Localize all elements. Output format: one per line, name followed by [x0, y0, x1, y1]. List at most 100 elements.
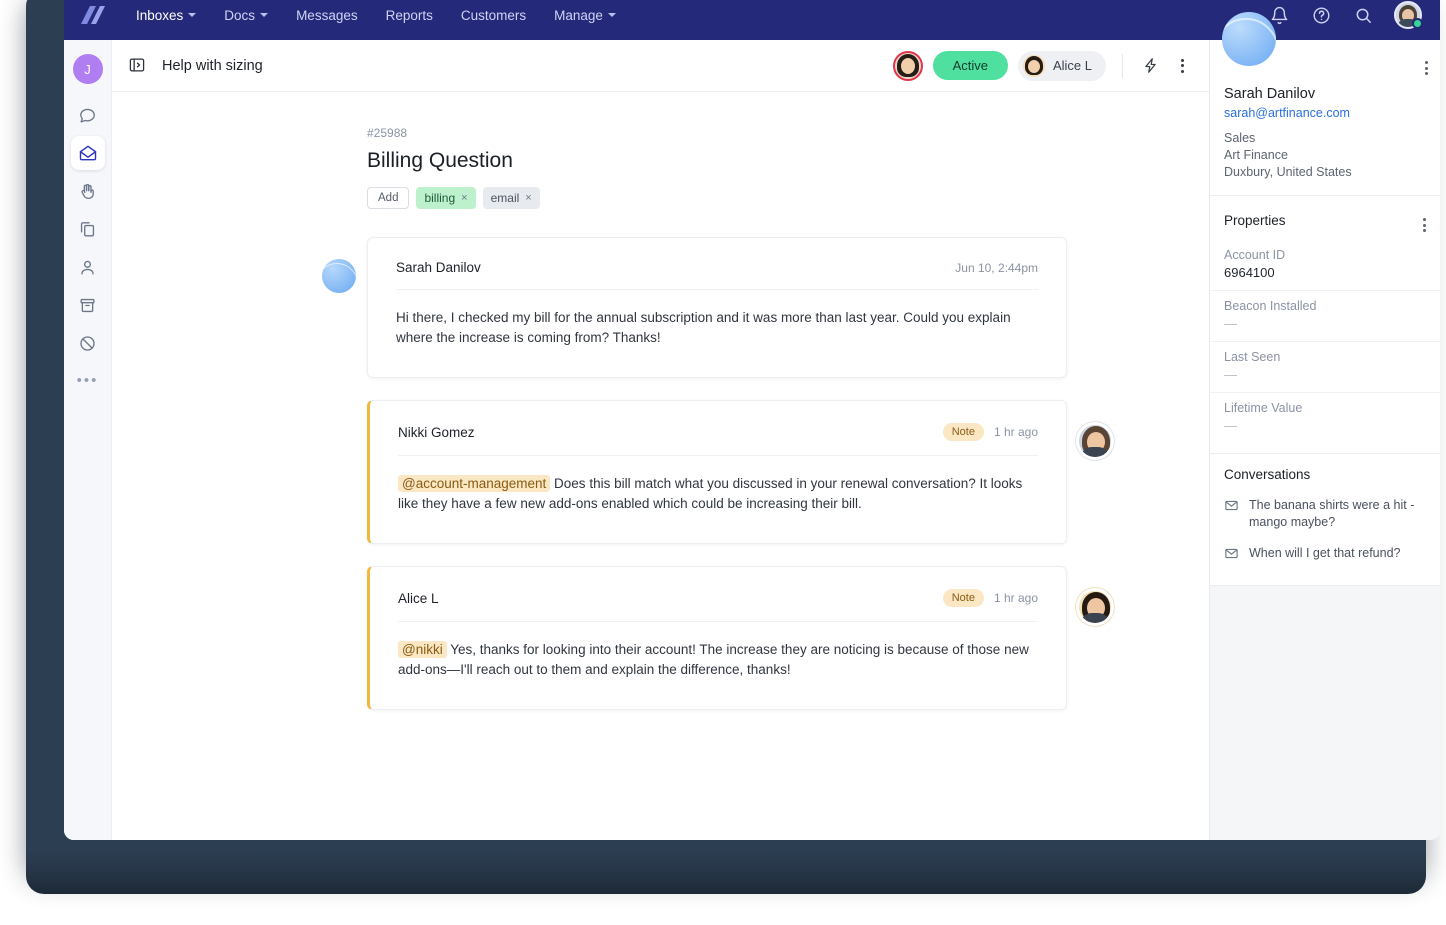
sidebar-item-blocked[interactable]: [71, 326, 105, 360]
lightning-bolt-icon[interactable]: [1139, 55, 1161, 77]
message-card[interactable]: Sarah Danilov Jun 10, 2:44pm Hi there, I…: [367, 237, 1067, 379]
kebab-menu-icon[interactable]: [1171, 55, 1193, 77]
message-item: Sarah Danilov Jun 10, 2:44pm Hi there, I…: [322, 237, 1067, 379]
property-value: 6964100: [1224, 265, 1275, 280]
conversation-list-item[interactable]: When will I get that refund?: [1210, 538, 1440, 573]
nav-item-label: Docs: [224, 7, 256, 23]
customer-company: Art Finance: [1224, 148, 1288, 162]
user-avatar[interactable]: [1394, 1, 1423, 29]
customer-avatar: [1222, 12, 1276, 66]
message-thread[interactable]: #25988 Billing Question Add billing × em…: [112, 92, 1209, 840]
note-card[interactable]: Nikki Gomez Note 1 hr ago @account-manag…: [367, 400, 1067, 545]
property-row[interactable]: Beacon Installed —: [1210, 291, 1440, 342]
message-meta: Jun 10, 2:44pm: [955, 261, 1038, 275]
conversation-list-item[interactable]: The banana shirts were a hit - mango may…: [1210, 490, 1440, 538]
assignee-label: Alice L: [1052, 58, 1092, 73]
customer-name: Sarah Danilov: [1224, 86, 1316, 102]
ticket-title: Billing Question: [367, 149, 513, 172]
nav-item-label: Messages: [296, 7, 358, 23]
add-tag-button[interactable]: Add: [367, 187, 410, 209]
tag-billing[interactable]: billing ×: [416, 187, 476, 209]
mention-tag[interactable]: @account-management: [398, 475, 551, 493]
helpscout-logo-icon[interactable]: [76, 2, 108, 28]
properties-header: Properties: [1210, 196, 1440, 240]
sidebar-more-button[interactable]: •••: [77, 372, 99, 389]
message-header: Nikki Gomez Note 1 hr ago: [398, 423, 1038, 457]
assignee-avatar: [1022, 54, 1045, 77]
sidebar-item-docs[interactable]: [71, 212, 105, 246]
nav-items: Inboxes Docs Messages Reports Customers …: [122, 2, 630, 29]
properties-section: Properties Account ID 6964100 Beacon Ins…: [1210, 196, 1440, 454]
message-body: @account-management Does this bill match…: [398, 474, 1038, 513]
sidebar-item-inbox[interactable]: [70, 136, 105, 170]
online-status-indicator: [1412, 18, 1423, 29]
nav-item-customers[interactable]: Customers: [447, 2, 540, 29]
chevron-down-icon: [607, 13, 616, 17]
note-card[interactable]: Alice L Note 1 hr ago @nikki Yes, thanks…: [367, 566, 1067, 711]
property-row[interactable]: Account ID 6964100: [1210, 240, 1440, 291]
nav-item-reports[interactable]: Reports: [372, 2, 447, 29]
nav-item-manage[interactable]: Manage: [540, 2, 630, 29]
message-item: Alice L Note 1 hr ago @nikki Yes, thanks…: [367, 566, 1114, 711]
conversations-section: Conversations The banana shirts were a h…: [1210, 454, 1440, 586]
message-meta: Note 1 hr ago: [942, 423, 1038, 442]
left-sidebar: J •••: [64, 40, 112, 840]
section-title: Conversations: [1224, 467, 1311, 482]
customer-email[interactable]: sarah@artfinance.com: [1224, 106, 1426, 120]
conversation-column: Help with sizing Active Alice L #25988 B…: [112, 40, 1210, 840]
property-row[interactable]: Last Seen —: [1210, 342, 1440, 393]
remove-tag-icon[interactable]: ×: [461, 192, 467, 204]
customer-avatar[interactable]: [892, 50, 923, 81]
laptop-bezel: Inboxes Docs Messages Reports Customers …: [26, 0, 1440, 870]
sidebar-item-customers[interactable]: [71, 250, 105, 284]
help-circle-icon[interactable]: [1310, 4, 1332, 26]
divider: [1122, 53, 1123, 78]
expand-panel-icon[interactable]: [128, 56, 148, 76]
nav-item-inboxes[interactable]: Inboxes: [122, 2, 210, 29]
conversation-header: Help with sizing Active Alice L: [112, 40, 1209, 92]
bell-icon[interactable]: [1268, 4, 1290, 26]
envelope-icon: [1224, 546, 1239, 566]
note-badge: Note: [942, 589, 984, 608]
nav-item-docs[interactable]: Docs: [210, 2, 282, 29]
sidebar-item-wave[interactable]: [71, 174, 105, 208]
message-timestamp: 1 hr ago: [993, 425, 1038, 440]
tag-list: Add billing × email ×: [367, 187, 1067, 209]
remove-tag-icon[interactable]: ×: [525, 192, 531, 204]
note-badge: Note: [942, 423, 984, 442]
search-icon[interactable]: [1352, 4, 1374, 26]
message-author: Nikki Gomez: [398, 424, 475, 440]
ticket-number: #25988: [367, 126, 408, 140]
message-timestamp: 1 hr ago: [993, 591, 1038, 606]
property-row[interactable]: Lifetime Value —: [1210, 393, 1440, 443]
sidebar-account-avatar[interactable]: J: [72, 54, 103, 84]
status-badge[interactable]: Active: [932, 51, 1008, 80]
message-author: Alice L: [398, 590, 439, 606]
properties-menu-icon[interactable]: [1423, 209, 1426, 232]
property-label: Account ID: [1224, 248, 1286, 262]
nav-item-messages[interactable]: Messages: [282, 2, 372, 29]
mention-tag[interactable]: @nikki: [398, 641, 447, 659]
conversations-header: Conversations: [1210, 454, 1440, 490]
nav-item-label: Customers: [460, 7, 527, 23]
sidebar-item-chat[interactable]: [71, 98, 105, 132]
tag-email[interactable]: email ×: [482, 187, 540, 209]
message-body: @nikki Yes, thanks for looking into thei…: [398, 640, 1038, 679]
conversation-subject: The banana shirts were a hit - mango may…: [1249, 498, 1415, 529]
assignee-selector[interactable]: Alice L: [1017, 50, 1106, 81]
customer-menu-icon[interactable]: [1425, 52, 1428, 75]
chevron-down-icon: [188, 13, 197, 17]
message-item: Nikki Gomez Note 1 hr ago @account-manag…: [367, 400, 1114, 545]
screenshot-root: Inboxes Docs Messages Reports Customers …: [0, 0, 1446, 925]
message-meta: Note 1 hr ago: [942, 589, 1038, 608]
thread-content: #25988 Billing Question Add billing × em…: [322, 126, 1114, 711]
page-title: Help with sizing: [162, 57, 263, 74]
message-body: Hi there, I checked my bill for the annu…: [396, 310, 1011, 345]
property-label: Lifetime Value: [1224, 401, 1303, 415]
envelope-icon: [1224, 498, 1239, 518]
customer-sidebar: Sarah Danilov sarah@artfinance.com Sales…: [1210, 12, 1440, 840]
sidebar-item-archive[interactable]: [71, 288, 105, 322]
nav-item-label: Inboxes: [136, 7, 184, 23]
message-header: Sarah Danilov Jun 10, 2:44pm: [396, 260, 1038, 290]
customer-card: Sarah Danilov sarah@artfinance.com Sales…: [1210, 12, 1440, 196]
